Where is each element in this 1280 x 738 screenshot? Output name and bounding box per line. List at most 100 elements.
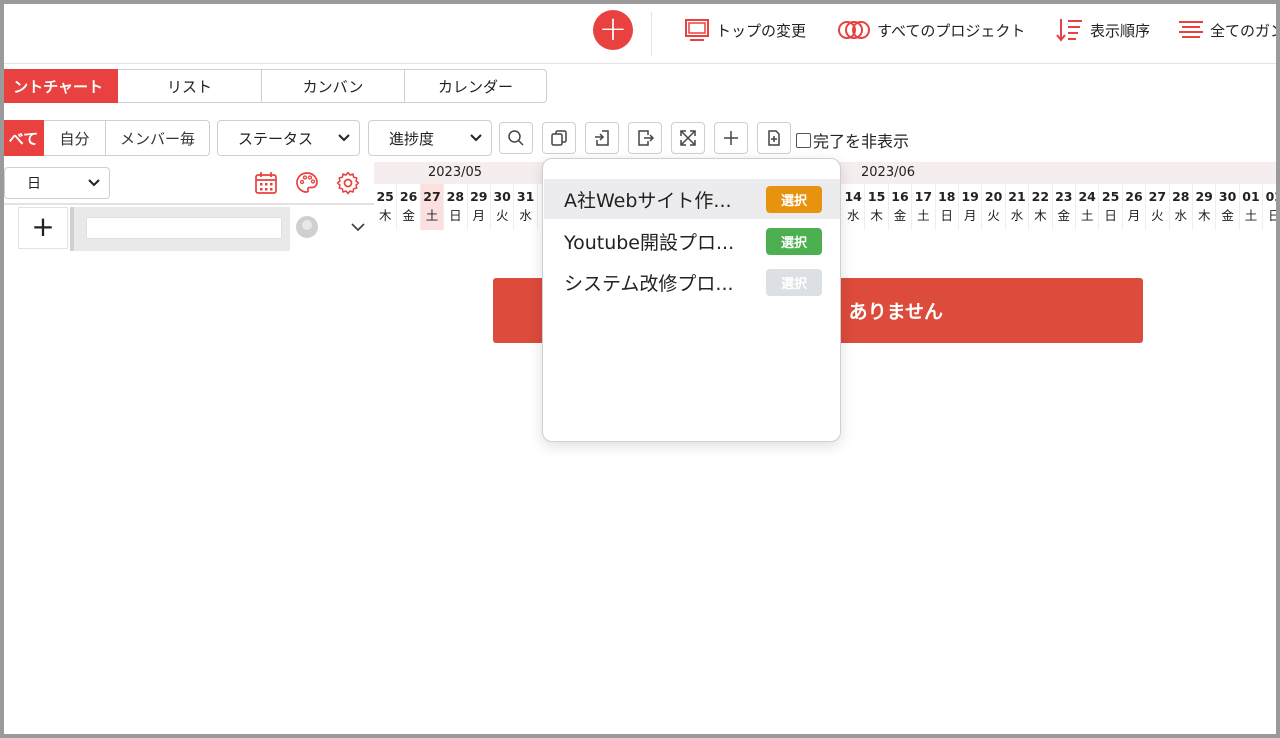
project-option[interactable]: システム改修プロ... 選択 <box>544 262 840 302</box>
checkbox-box[interactable] <box>796 132 811 148</box>
all-gantt-button[interactable]: 全てのガン <box>1178 18 1280 42</box>
display-order-label: 表示順序 <box>1090 21 1151 40</box>
tab-list[interactable]: リスト <box>118 69 262 103</box>
add-file-button[interactable] <box>757 122 791 154</box>
select-button[interactable]: 選択 <box>766 268 822 296</box>
day-column: 24 土 <box>1076 184 1100 230</box>
day-number: 21 <box>1008 189 1026 204</box>
plus-circle-icon: + <box>598 9 628 49</box>
all-projects-label: すべてのプロジェクト <box>877 21 1026 40</box>
display-order-button[interactable]: 表示順序 <box>1056 18 1150 42</box>
scope-all-button[interactable]: べて <box>4 120 44 156</box>
add-row-button[interactable]: + <box>18 207 68 249</box>
day-number: 25 <box>376 189 394 204</box>
day-number: 22 <box>1031 189 1050 204</box>
scope-filter: べて 自分 メンバー毎 <box>4 120 210 156</box>
day-column: 01 土 <box>1240 184 1264 230</box>
hide-completed-label: 完了を非表示 <box>813 132 910 151</box>
palette-button[interactable] <box>294 170 320 196</box>
palette-icon <box>296 172 318 193</box>
tab-label: カンバン <box>302 77 364 96</box>
project-option[interactable]: Youtube開設プロ... 選択 <box>544 221 840 261</box>
weekday-label: 金 <box>402 208 415 223</box>
project-name: A社Webサイト作... <box>564 189 732 212</box>
avatar[interactable] <box>296 216 318 238</box>
day-number: 25 <box>1101 189 1120 204</box>
day-column: 29 月 <box>468 184 491 230</box>
weekday-label: 火 <box>1151 208 1164 223</box>
day-number: 28 <box>1172 189 1190 204</box>
chevron-down-icon <box>338 134 350 142</box>
copy-button[interactable] <box>542 122 576 154</box>
day-number: 31 <box>516 189 535 204</box>
export-button[interactable] <box>628 122 662 154</box>
tab-label: ントチャート <box>13 77 103 96</box>
day-column: 16 金 <box>889 184 913 230</box>
day-column: 29 木 <box>1193 184 1217 230</box>
progress-select[interactable]: 進捗度 <box>368 120 492 156</box>
status-select-value: ステータス <box>238 129 314 148</box>
change-top-button[interactable]: トップの変更 <box>684 18 806 42</box>
day-column: 31 水 <box>514 184 538 230</box>
day-column: 26 月 <box>1123 184 1147 230</box>
tab-kanban[interactable]: カンバン <box>262 69 405 103</box>
day-number: 29 <box>470 189 488 204</box>
calendar-button[interactable] <box>253 170 279 196</box>
chevron-down-icon <box>88 179 100 187</box>
day-number: 02 <box>1265 189 1276 204</box>
weekday-label: 日 <box>449 208 462 223</box>
add-project-button[interactable]: + <box>593 10 633 50</box>
project-option[interactable]: A社Webサイト作... 選択 <box>544 179 840 219</box>
tab-gantt-chart[interactable]: ントチャート <box>4 69 118 103</box>
hide-completed-checkbox[interactable]: 完了を非表示 <box>796 128 909 152</box>
scope-mine-button[interactable]: 自分 <box>44 120 106 156</box>
weekday-label: 木 <box>1197 208 1211 223</box>
day-column: 30 金 <box>1216 184 1240 230</box>
day-number: 23 <box>1055 189 1073 204</box>
weekday-label: 水 <box>519 208 532 223</box>
circles-icon <box>838 21 870 39</box>
day-column: 18 日 <box>936 184 959 230</box>
day-number: 14 <box>844 189 862 204</box>
day-column: 02 日 <box>1263 184 1276 230</box>
all-projects-button[interactable]: すべてのプロジェクト <box>837 18 1025 42</box>
import-button[interactable] <box>585 122 619 154</box>
scope-per-member-button[interactable]: メンバー毎 <box>106 120 210 156</box>
weekday-label: 金 <box>1221 208 1234 223</box>
add-task-button[interactable] <box>714 122 748 154</box>
day-number: 26 <box>1125 189 1143 204</box>
project-dropdown: A社Webサイト作... 選択 Youtube開設プロ... 選択 システム改修… <box>542 158 841 442</box>
select-button[interactable]: 選択 <box>766 185 822 213</box>
expand-button[interactable] <box>671 122 705 154</box>
weekday-label: 木 <box>1034 208 1047 223</box>
weekday-label: 土 <box>425 208 439 223</box>
task-name-input[interactable] <box>86 217 282 239</box>
day-number: 27 <box>423 189 441 204</box>
chevron-down-icon[interactable] <box>350 222 366 232</box>
time-unit-select[interactable]: 日 <box>4 167 110 199</box>
day-column: 26 金 <box>397 184 421 230</box>
day-column: 14 水 <box>842 184 866 230</box>
weekday-label: 金 <box>893 208 907 223</box>
day-column: 30 火 <box>491 184 515 230</box>
copy-icon <box>551 130 567 146</box>
settings-button[interactable] <box>335 170 361 196</box>
day-column: 27 土 <box>420 184 445 230</box>
all-gantt-label: 全てのガン <box>1210 21 1280 40</box>
tab-label: リスト <box>166 77 212 96</box>
tab-calendar[interactable]: カレンダー <box>405 69 547 103</box>
day-column: 28 水 <box>1170 184 1193 230</box>
gear-icon <box>336 171 360 195</box>
sort-icon <box>1056 19 1082 42</box>
day-number: 20 <box>984 189 1003 204</box>
monitor-icon <box>685 19 709 41</box>
export-icon <box>638 130 654 146</box>
status-select[interactable]: ステータス <box>217 120 360 156</box>
day-column: 25 木 <box>374 184 398 230</box>
add-file-icon <box>768 130 780 146</box>
search-button[interactable] <box>499 122 533 154</box>
chevron-down-icon <box>470 134 482 142</box>
weekday-label: 水 <box>1010 208 1024 223</box>
select-button[interactable]: 選択 <box>766 227 822 255</box>
month-label: 2023/06 <box>861 165 916 180</box>
